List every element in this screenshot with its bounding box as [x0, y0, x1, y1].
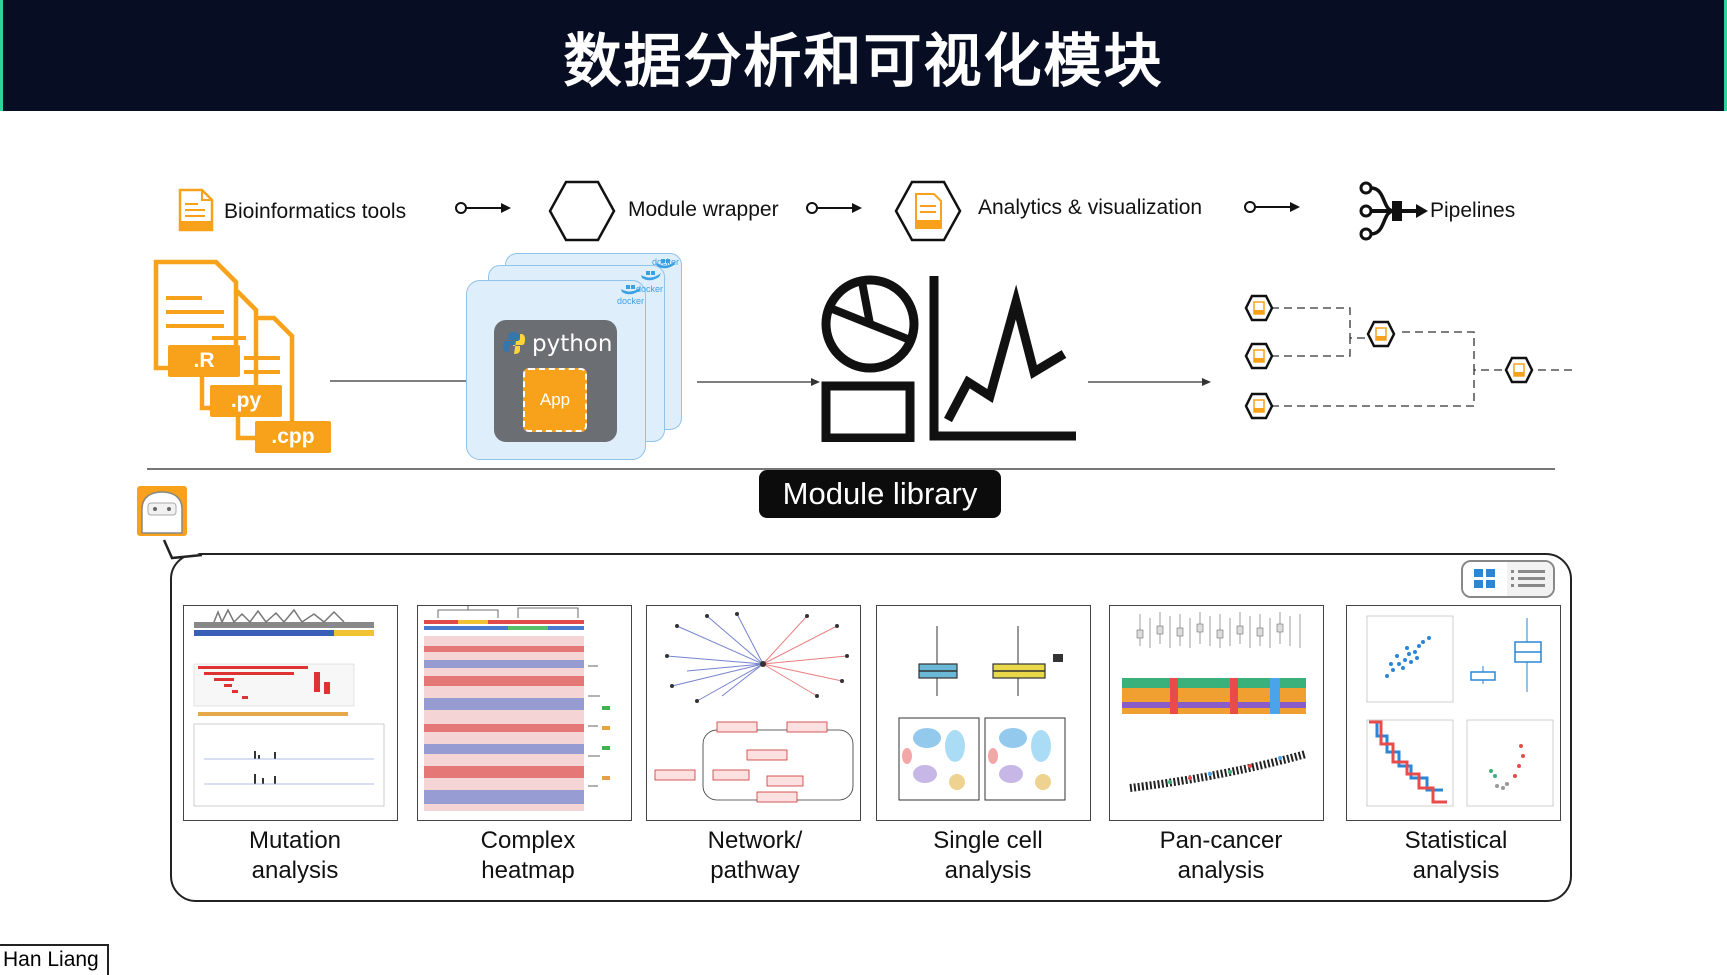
- connector-arrow: [1088, 378, 1211, 386]
- caption-line: analysis: [1177, 857, 1265, 884]
- list-view-icon[interactable]: [1507, 562, 1553, 596]
- title-accent-left: [0, 0, 3, 111]
- statistical-analysis-thumbnail: [1366, 615, 1554, 807]
- caption-line: analysis: [1412, 857, 1500, 884]
- pipeline-node-icon: [1244, 294, 1274, 322]
- module-card-pan-cancer-analysis[interactable]: [1109, 605, 1324, 821]
- view-toggle[interactable]: [1461, 560, 1555, 598]
- pipeline-node-icon: [1366, 320, 1396, 348]
- caption-line: heatmap: [481, 857, 575, 884]
- step-label-pipelines: Pipelines: [1430, 199, 1516, 222]
- presenter-name-label: Han Liang: [0, 944, 109, 975]
- pipeline-node-icon: [1244, 342, 1274, 370]
- pipeline-node-icon: [1504, 356, 1534, 384]
- hexagon-icon: [548, 180, 616, 242]
- module-caption-single-cell-analysis: Single cell analysis: [873, 826, 1103, 886]
- pipeline-icon: [1359, 181, 1428, 241]
- caption-line: Network/: [707, 827, 803, 854]
- module-caption-mutation-analysis: Mutation analysis: [180, 826, 410, 886]
- mutation-analysis-thumbnail: [193, 608, 385, 807]
- analytics-chart-illustration: [821, 275, 1076, 442]
- connector-arrow: [697, 378, 820, 386]
- slide-title: 数据分析和可视化模块: [563, 26, 1164, 95]
- module-card-statistical-analysis[interactable]: [1346, 605, 1561, 821]
- module-caption-complex-heatmap: Complex heatmap: [413, 826, 643, 886]
- step-label-module-wrapper: Module wrapper: [628, 198, 779, 221]
- module-card-network-pathway[interactable]: [646, 605, 861, 821]
- arrow-icon: [1244, 201, 1300, 213]
- python-logo-icon: [503, 332, 525, 354]
- file-label-py: .py: [210, 385, 282, 417]
- speech-bubble-tail: [162, 539, 203, 560]
- module-card-complex-heatmap[interactable]: [417, 605, 632, 821]
- docker-whale-icon: [621, 285, 641, 295]
- module-caption-pan-cancer-analysis: Pan-cancer analysis: [1106, 826, 1336, 886]
- network-pathway-thumbnail: [654, 612, 854, 803]
- hexagon-document-icon: [894, 180, 962, 242]
- caption-line: Single cell: [933, 827, 1043, 854]
- app-box: App: [523, 368, 587, 432]
- caption-line: Pan-cancer: [1159, 827, 1283, 854]
- pipeline-dag-illustration: [1244, 294, 1576, 420]
- file-label-r: .R: [168, 345, 240, 377]
- single-cell-analysis-thumbnail: [898, 626, 1066, 801]
- python-label: python: [532, 331, 613, 357]
- caption-line: analysis: [251, 857, 339, 884]
- caption-line: Mutation: [248, 827, 342, 854]
- caption-line: Statistical: [1404, 827, 1508, 854]
- step-label-analytics-visualization: Analytics & visualization: [978, 196, 1203, 219]
- step-label-bioinformatics-tools: Bioinformatics tools: [224, 200, 407, 223]
- module-caption-network-pathway: Network/ pathway: [640, 826, 870, 886]
- docker-whale-icon: [641, 271, 661, 281]
- module-caption-statistical-analysis: Statistical analysis: [1341, 826, 1571, 886]
- grid-view-icon[interactable]: [1463, 562, 1507, 596]
- pan-cancer-analysis-thumbnail: [1122, 612, 1308, 792]
- module-card-single-cell-analysis[interactable]: [876, 605, 1091, 821]
- caption-line: analysis: [944, 857, 1032, 884]
- arrow-icon: [806, 202, 862, 214]
- file-label-cpp: .cpp: [255, 421, 331, 453]
- title-bar: 数据分析和可视化模块: [0, 0, 1727, 111]
- robot-avatar-icon: [137, 486, 187, 536]
- document-icon: [178, 188, 214, 232]
- caption-line: Complex: [480, 827, 576, 854]
- module-library-label: Module library: [759, 470, 1001, 518]
- complex-heatmap-thumbnail: [424, 606, 610, 811]
- module-card-mutation-analysis[interactable]: [183, 605, 398, 821]
- arrow-icon: [455, 202, 511, 214]
- docker-label: docker: [617, 296, 645, 306]
- pipeline-node-icon: [1244, 392, 1274, 420]
- caption-line: pathway: [710, 857, 800, 884]
